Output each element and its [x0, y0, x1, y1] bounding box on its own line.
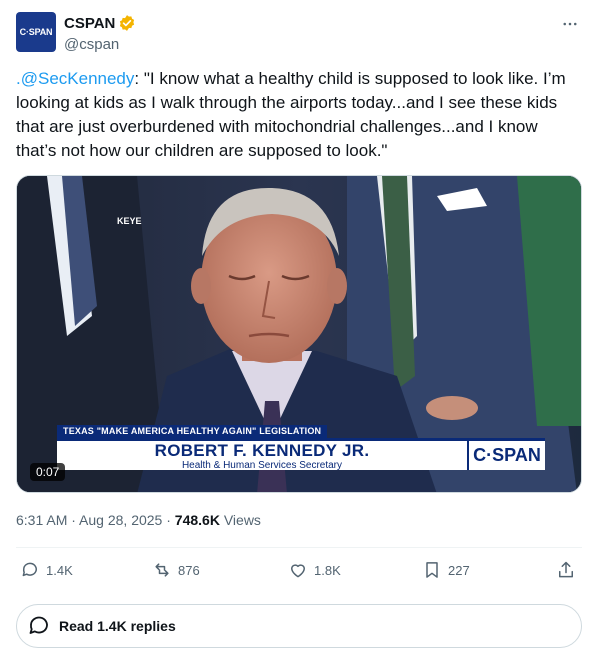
bookmark-count: 227	[448, 562, 470, 578]
author-name-row: CSPAN	[64, 14, 136, 32]
like-button[interactable]: 1.8K	[288, 560, 341, 580]
video-duration: 0:07	[30, 463, 66, 481]
tweet-date[interactable]: Aug 28, 2025	[79, 512, 162, 528]
station-tag: KEYE	[117, 216, 142, 226]
more-options-button[interactable]	[558, 12, 582, 36]
tweet-meta: 6:31 AM · Aug 28, 2025 · 748.6K Views	[16, 512, 261, 528]
lower-third-title: Health & Human Services Secretary	[181, 460, 343, 471]
reply-icon	[22, 562, 37, 577]
reply-count: 1.4K	[46, 562, 73, 578]
meta-separator-2: ·	[162, 512, 175, 528]
repost-button[interactable]: 876	[152, 560, 200, 580]
views-count: 748.6K	[174, 512, 220, 528]
action-bar: 1.4K 876 1.8K 227	[16, 560, 582, 586]
cspan-logo-text: C·SPAN	[473, 445, 541, 465]
lower-third-topic: TEXAS "MAKE AMERICA HEALTHY AGAIN" LEGIS…	[57, 425, 328, 438]
avatar-logo-text: C·SPAN	[19, 27, 53, 37]
share-icon	[559, 561, 573, 578]
speech-bubble-icon	[29, 616, 48, 634]
avatar[interactable]: C·SPAN	[16, 12, 56, 52]
cspan-logo: C·SPAN	[467, 438, 545, 470]
more-dots-icon	[563, 22, 577, 26]
author-handle[interactable]: @cspan	[64, 36, 119, 53]
views-label: Views	[219, 512, 261, 528]
repost-count: 876	[178, 562, 200, 578]
bookmark-icon	[426, 562, 438, 578]
mention-link[interactable]: .@SecKennedy	[16, 69, 134, 88]
verified-badge-icon	[118, 14, 136, 32]
tweet-text: .@SecKennedy: "I know what a healthy chi…	[16, 67, 582, 163]
bookmark-button[interactable]: 227	[422, 560, 470, 580]
lower-third-graphic: TEXAS "MAKE AMERICA HEALTHY AGAIN" LEGIS…	[57, 425, 545, 471]
read-replies-label: Read 1.4K replies	[59, 618, 176, 634]
tweet-time[interactable]: 6:31 AM	[16, 512, 67, 528]
read-replies-button[interactable]: Read 1.4K replies	[16, 604, 582, 648]
meta-separator: ·	[67, 512, 80, 528]
divider	[16, 547, 582, 548]
share-button[interactable]	[556, 560, 576, 580]
lower-third-name: ROBERT F. KENNEDY JR.	[154, 441, 370, 460]
like-count: 1.8K	[314, 562, 341, 578]
lower-third-nameplate: ROBERT F. KENNEDY JR. Health & Human Ser…	[57, 438, 467, 471]
heart-icon	[291, 564, 305, 578]
reply-button[interactable]: 1.4K	[20, 560, 73, 580]
repost-icon	[155, 563, 169, 577]
author-display-name[interactable]: CSPAN	[64, 15, 115, 32]
video-player[interactable]: KEYE TEXAS "MAKE AMERICA HEALTHY AGAIN" …	[16, 175, 582, 493]
tweet-header: C·SPAN CSPAN @cspan	[16, 12, 582, 54]
